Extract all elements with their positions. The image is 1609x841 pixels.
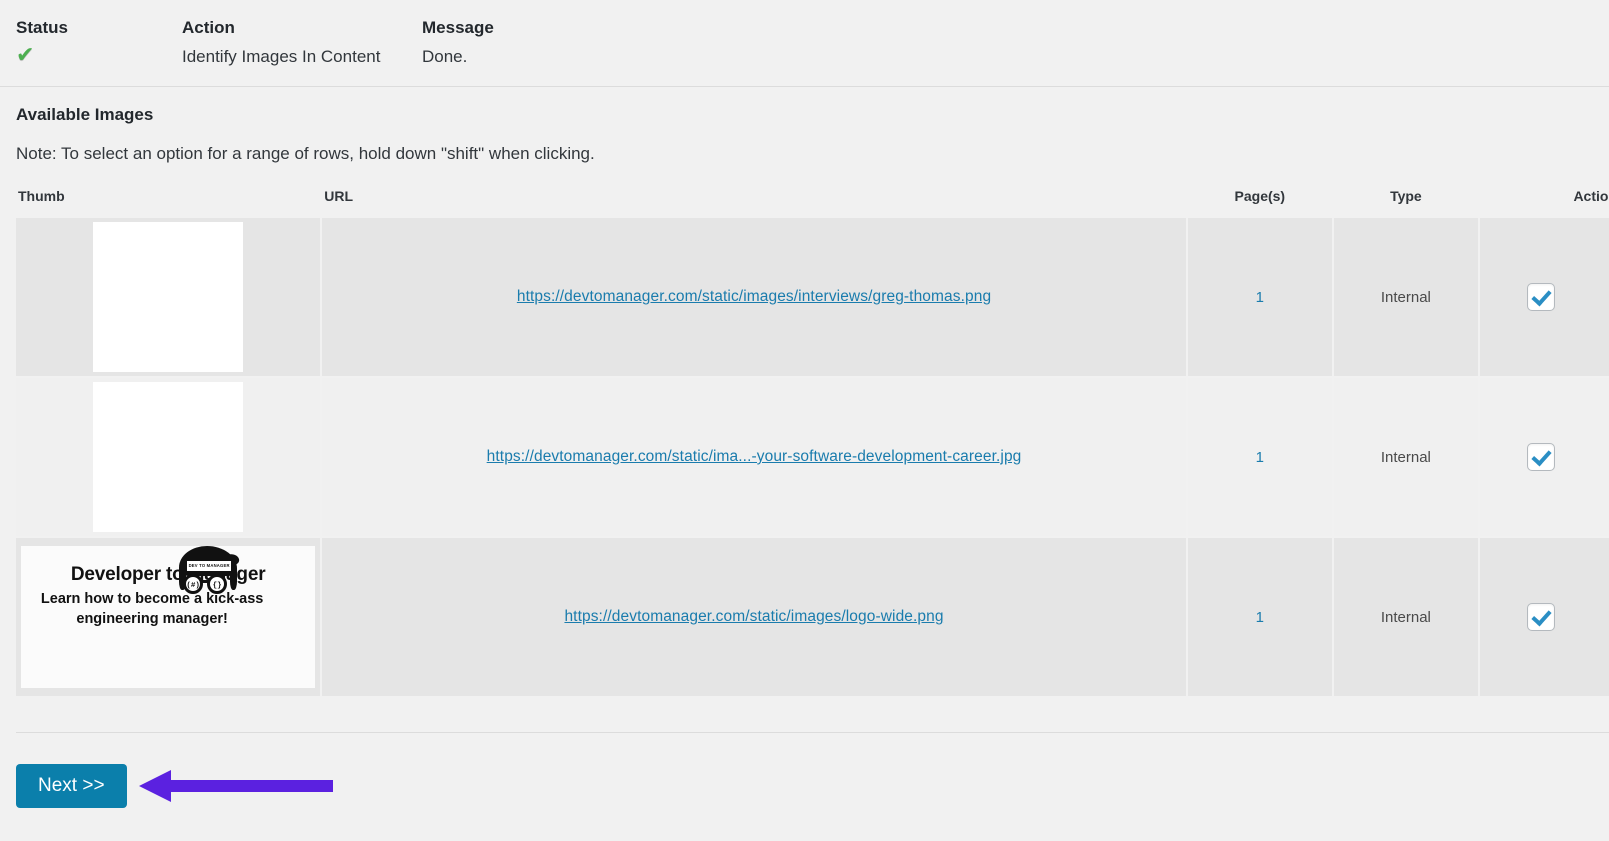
page-count-link[interactable]: 1 <box>1256 609 1264 626</box>
next-button[interactable]: Next >> <box>16 764 127 808</box>
action-cell <box>1479 378 1609 536</box>
page-count-link[interactable]: 1 <box>1256 289 1264 306</box>
thumb-cell <box>16 378 321 536</box>
status-action-cell: Identify Images In Content <box>182 47 381 66</box>
footer-divider <box>16 732 1609 733</box>
row-select-checkbox[interactable] <box>1527 603 1556 631</box>
pages-cell: 1 <box>1187 538 1332 696</box>
images-table-wrap: Thumb URL Page(s) Type Action <box>0 186 1609 698</box>
row-select-checkbox[interactable] <box>1527 283 1556 311</box>
portrait-photo-thumbnail <box>93 222 244 372</box>
type-cell: Internal <box>1333 218 1478 376</box>
thumb-cell: DEV TO MANAGER (#) {} Developer to Manag… <box>16 538 321 696</box>
status-message-cell: Done. <box>422 47 468 66</box>
type-value: Internal <box>1380 608 1431 626</box>
column-header-action: Action <box>1573 188 1609 204</box>
thumb-cell <box>16 218 321 376</box>
footer-bar: Next >> <box>16 764 337 808</box>
url-cell: https://devtomanager.com/static/ima...-y… <box>322 378 1186 536</box>
type-cell: Internal <box>1333 538 1478 696</box>
column-header-url: URL <box>324 188 354 204</box>
type-cell: Internal <box>1333 378 1478 536</box>
developer-to-manager-logo-thumbnail: DEV TO MANAGER (#) {} Developer to Manag… <box>21 546 316 688</box>
action-cell <box>1479 538 1609 696</box>
column-header-pages: Page(s) <box>1234 188 1286 204</box>
logo-badge-text: DEV TO MANAGER <box>188 562 230 568</box>
table-row: https://devtomanager.com/static/images/i… <box>16 218 1609 376</box>
left-pointing-arrow-annotation <box>138 770 333 802</box>
page-count-link[interactable]: 1 <box>1256 449 1264 466</box>
table-row: https://devtomanager.com/static/ima...-y… <box>16 378 1609 536</box>
status-strip: Status Action Message ✔ Identify Images … <box>0 0 1609 87</box>
status-header-message: Message <box>422 18 494 37</box>
url-cell: https://devtomanager.com/static/images/l… <box>322 538 1186 696</box>
image-url-link[interactable]: https://devtomanager.com/static/images/i… <box>517 288 991 305</box>
status-table: Status Action Message ✔ Identify Images … <box>16 0 1609 86</box>
image-url-link[interactable]: https://devtomanager.com/static/images/l… <box>564 608 943 625</box>
column-header-type: Type <box>1390 188 1422 204</box>
table-row: DEV TO MANAGER (#) {} Developer to Manag… <box>16 538 1609 696</box>
status-header-status: Status <box>16 18 68 37</box>
image-url-link[interactable]: https://devtomanager.com/static/ima...-y… <box>487 448 1022 465</box>
logo-subtitle: Learn how to become a kick-ass engineeri… <box>40 591 264 627</box>
type-value: Internal <box>1380 448 1431 466</box>
logo-title: Developer to Manager <box>70 564 266 585</box>
status-header-action: Action <box>182 18 235 37</box>
status-value-cell: ✔ <box>16 40 182 86</box>
available-images-table: Thumb URL Page(s) Type Action <box>14 186 1609 698</box>
column-header-thumb: Thumb <box>18 188 65 204</box>
person-with-laptop-and-books-photo-thumbnail <box>93 382 244 532</box>
row-select-checkbox[interactable] <box>1527 443 1556 471</box>
images-table-header-row: Thumb URL Page(s) Type Action <box>16 188 1609 216</box>
green-check-icon: ✔ <box>16 43 35 68</box>
pages-cell: 1 <box>1187 218 1332 376</box>
url-cell: https://devtomanager.com/static/images/i… <box>322 218 1186 376</box>
logo-lens-right-text: {} <box>212 582 222 590</box>
shift-select-note: Note: To select an option for a range of… <box>16 144 595 163</box>
page-title: Available Images <box>16 105 154 124</box>
pages-cell: 1 <box>1187 378 1332 536</box>
logo-lens-left-text: (#) <box>186 582 200 590</box>
action-cell <box>1479 218 1609 376</box>
type-value: Internal <box>1380 288 1431 306</box>
